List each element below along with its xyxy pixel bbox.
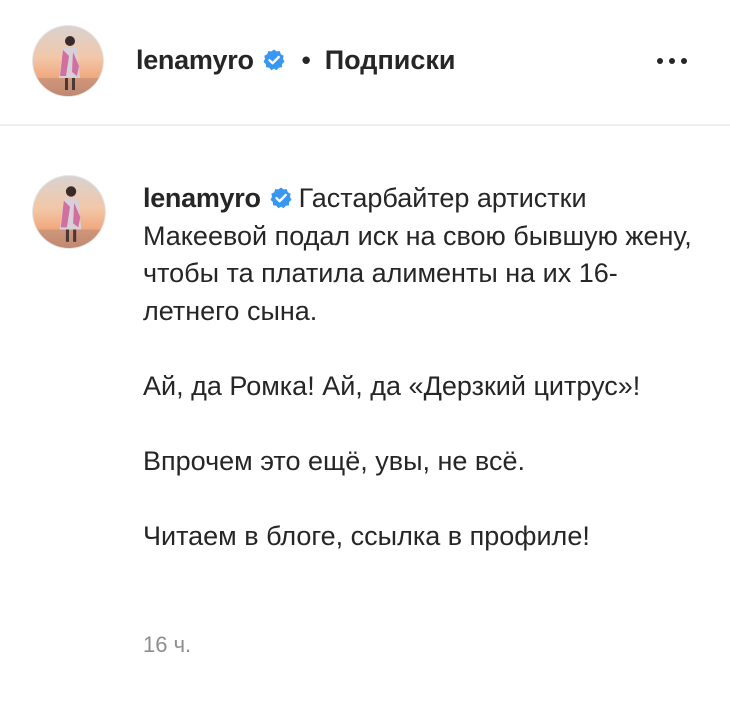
- caption-username[interactable]: lenamyro: [143, 183, 261, 213]
- caption-avatar[interactable]: [33, 176, 105, 248]
- header-title-line: lenamyro • Подписки: [136, 40, 455, 80]
- more-options-icon[interactable]: [652, 46, 692, 76]
- separator-dot: •: [301, 44, 311, 75]
- avatar-photo: [33, 176, 105, 248]
- verified-badge-icon: [269, 183, 293, 209]
- post-header: lenamyro • Подписки: [0, 0, 730, 126]
- caption-paragraph: Впрочем это ещё, увы, не всё.: [143, 445, 525, 476]
- caption-paragraph: Читаем в блоге, ссылка в профиле!: [143, 520, 590, 551]
- following-button[interactable]: Подписки: [325, 45, 456, 76]
- caption-paragraph: Ай, да Ромка! Ай, да «Дерзкий цитрус»!: [143, 370, 641, 401]
- profile-avatar[interactable]: [33, 26, 103, 96]
- caption-text: lenamyro Гастарбайтер артистки Макеевой п…: [143, 180, 703, 555]
- verified-badge-icon: [262, 48, 286, 72]
- caption-paragraph: lenamyro Гастарбайтер артистки Макеевой п…: [143, 180, 703, 330]
- header-username[interactable]: lenamyro: [136, 45, 254, 76]
- post-timestamp[interactable]: 16 ч.: [143, 632, 191, 658]
- avatar-photo: [33, 26, 103, 96]
